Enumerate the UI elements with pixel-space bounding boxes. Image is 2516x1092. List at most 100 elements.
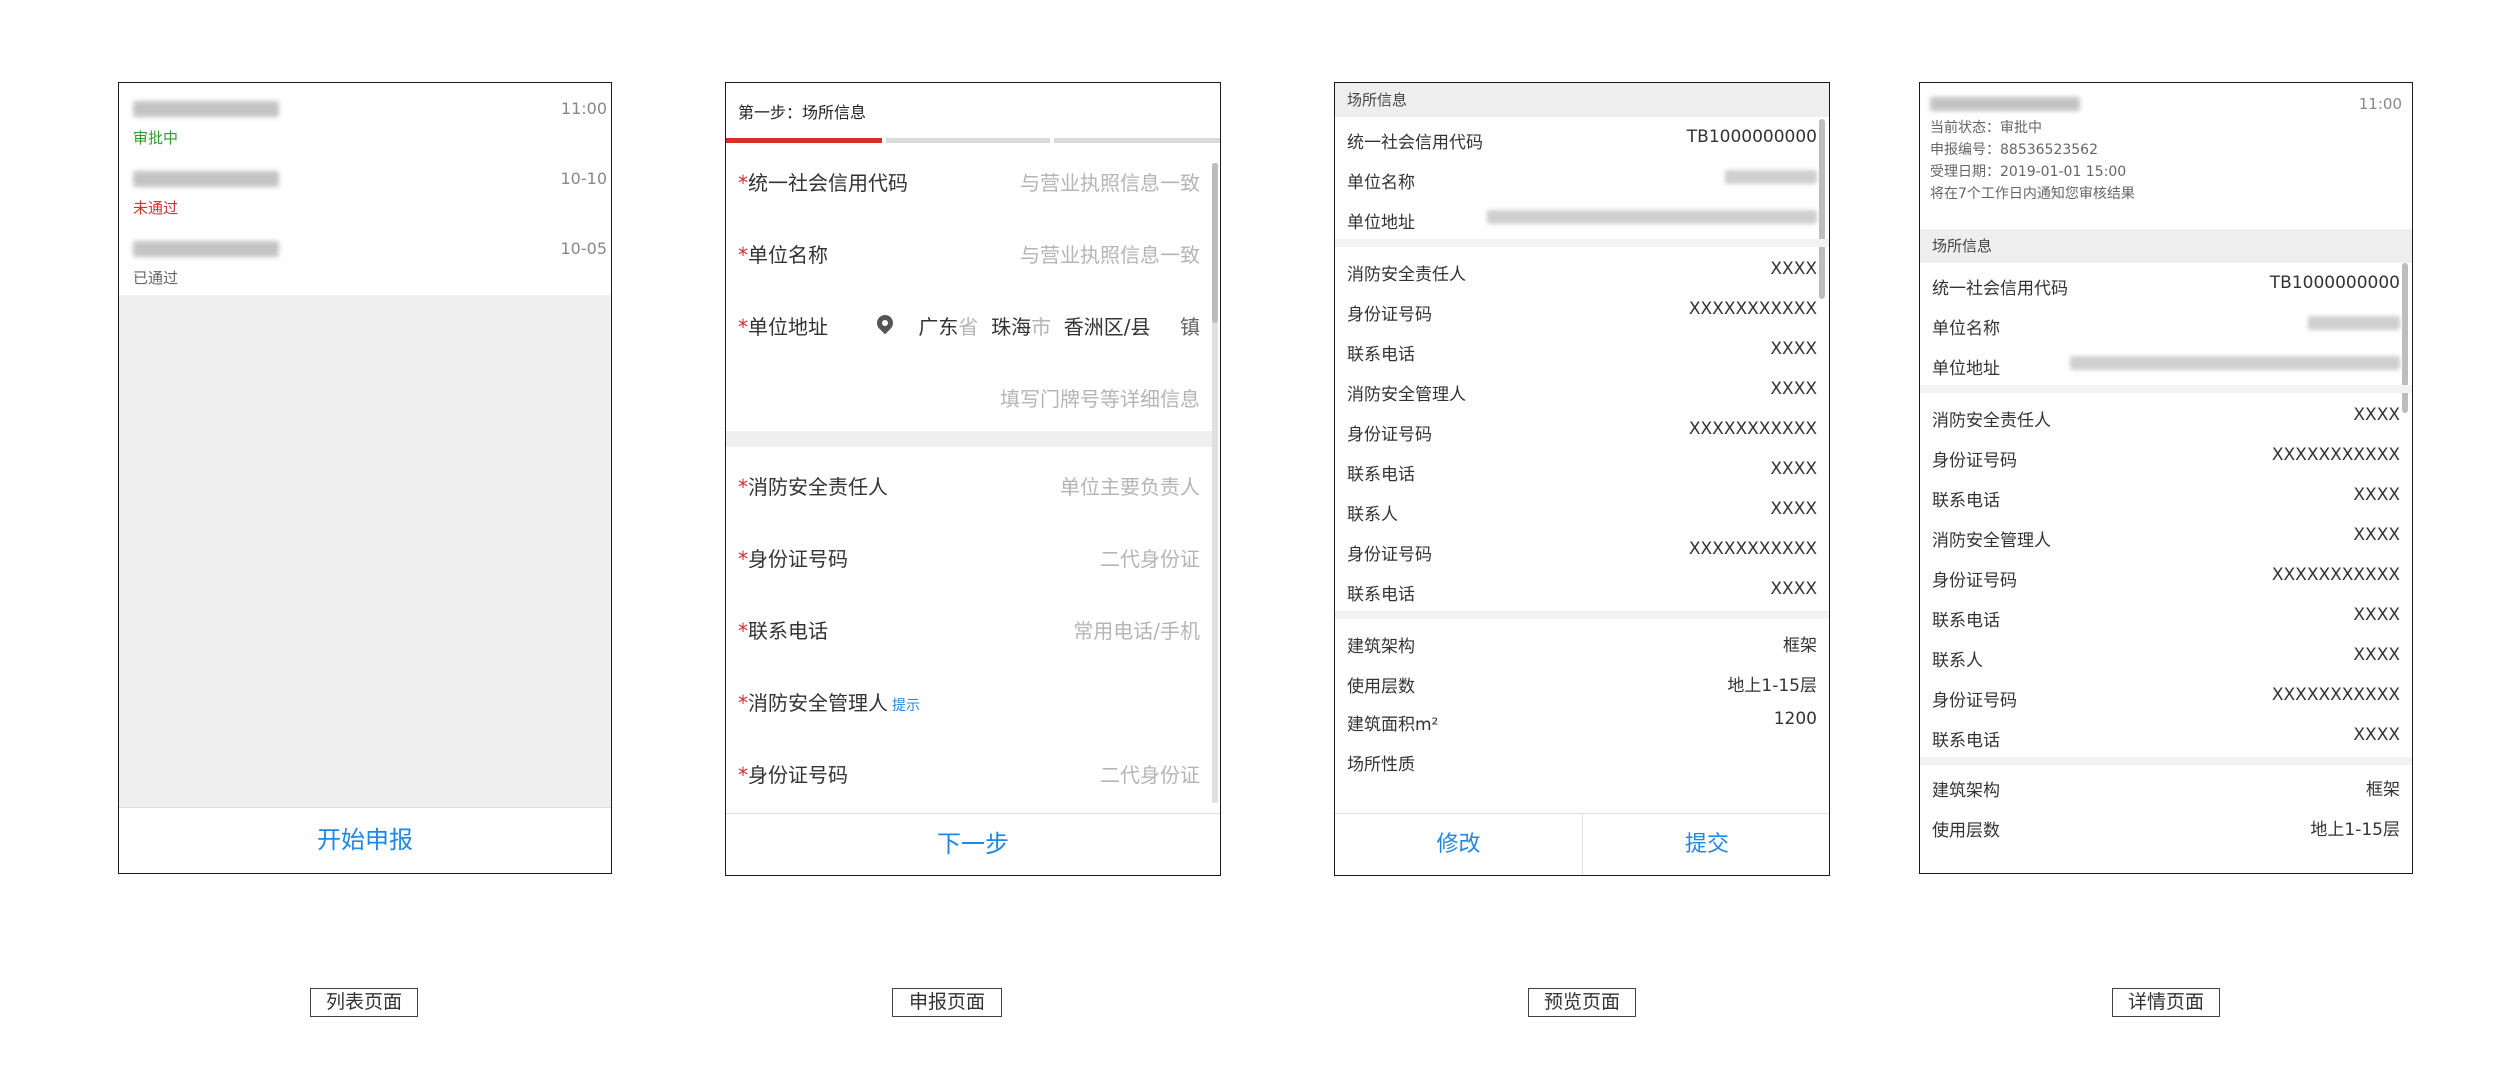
required-mark: * xyxy=(738,691,748,715)
row-divider xyxy=(1335,611,1829,619)
row-divider xyxy=(1920,385,2412,393)
step-title: 第一步：场所信息 xyxy=(738,103,867,122)
row-value: XXXX xyxy=(1770,259,1817,279)
row-label: 消防安全责任人 xyxy=(1932,411,2051,431)
row-label: 使用层数 xyxy=(1932,821,2000,841)
row-value: XXXX xyxy=(2353,485,2400,505)
row-label: 消防安全责任人 xyxy=(1347,265,1466,285)
row-label: 建筑面积m² xyxy=(1347,715,1439,735)
row-label: 身份证号码 xyxy=(1932,571,2017,591)
row-label: 消防安全管理人 xyxy=(1347,385,1466,405)
row-label: 身份证号码 xyxy=(1347,305,1432,325)
province-select[interactable]: 广东 xyxy=(918,315,958,339)
row-label: 场所性质 xyxy=(1347,755,1415,775)
item-time: 10-05 xyxy=(560,239,608,258)
row-value: XXXX xyxy=(1770,579,1817,599)
detail-page-frame: 11:00 当前状态：审批中 申报编号：88536523562 受理日期：201… xyxy=(1919,82,2413,874)
scrollbar-thumb[interactable] xyxy=(1212,163,1218,323)
fire-safety-responsible-field[interactable]: *消防安全责任人 单位主要负责人 xyxy=(726,447,1212,519)
row-value: XXXX xyxy=(1770,499,1817,519)
field-label: 联系电话 xyxy=(748,619,828,643)
info-row: 单位地址 xyxy=(1920,345,2412,383)
caption-form-page: 申报页面 xyxy=(892,988,1002,1017)
list-item[interactable]: 未通过 10-10 xyxy=(119,153,611,225)
row-label: 联系电话 xyxy=(1932,731,2000,751)
info-row: 单位地址 xyxy=(1335,199,1829,237)
row-label: 建筑架构 xyxy=(1932,781,2000,801)
info-row: 场所性质 xyxy=(1335,741,1829,779)
manager-id-number-field[interactable]: *身份证号码 二代身份证 xyxy=(726,735,1212,807)
row-value: TB1000000000 xyxy=(1686,127,1817,147)
info-row: 联系电话 XXXX xyxy=(1335,331,1829,369)
item-time: 10-10 xyxy=(560,169,608,188)
row-label: 建筑架构 xyxy=(1347,637,1415,657)
info-row: 消防安全责任人 XXXX xyxy=(1920,397,2412,435)
field-placeholder: 单位主要负责人 xyxy=(1060,475,1200,499)
field-label: 统一社会信用代码 xyxy=(748,171,908,195)
hint-link[interactable]: 提示 xyxy=(892,698,920,714)
preview-page-frame: 场所信息 统一社会信用代码 TB1000000000 单位名称 单位地址 消防安… xyxy=(1334,82,1830,876)
row-label: 单位地址 xyxy=(1347,213,1415,233)
row-value: XXXXXXXXXXX xyxy=(1688,539,1817,559)
address-detail-field[interactable]: 填写门牌号等详细信息 xyxy=(726,359,1212,431)
city-unit: 市 xyxy=(1031,315,1052,339)
item-time: 11:00 xyxy=(560,99,607,118)
unit-address-blurred xyxy=(2070,353,2400,373)
required-mark: * xyxy=(738,475,748,499)
row-value: 地上1-15层 xyxy=(2310,820,2400,840)
id-number-field[interactable]: *身份证号码 二代身份证 xyxy=(726,519,1212,591)
field-placeholder: 常用电话/手机 xyxy=(1073,619,1200,643)
row-value: 地上1-15层 xyxy=(1727,676,1817,696)
row-value: XXXX xyxy=(1770,459,1817,479)
required-mark: * xyxy=(738,315,748,339)
caption-list-page: 列表页面 xyxy=(310,988,418,1017)
start-report-button[interactable]: 开始申报 xyxy=(119,807,611,873)
field-placeholder: 二代身份证 xyxy=(1100,547,1200,571)
info-row: 统一社会信用代码 TB1000000000 xyxy=(1335,119,1829,157)
unit-address-field[interactable]: *单位地址 广东省 珠海市 香洲区/县 镇 xyxy=(726,287,1212,359)
row-label: 身份证号码 xyxy=(1347,425,1432,445)
row-value: XXXX xyxy=(2353,405,2400,425)
district-select[interactable]: 香洲区/县 xyxy=(1064,315,1151,339)
unit-name-field[interactable]: *单位名称 与营业执照信息一致 xyxy=(726,215,1212,287)
info-row: 联系电话 XXXX xyxy=(1920,477,2412,515)
phone-field[interactable]: *联系电话 常用电话/手机 xyxy=(726,591,1212,663)
info-row: 身份证号码 XXXXXXXXXXX xyxy=(1335,291,1829,329)
form-page-frame: 第一步：场所信息 *统一社会信用代码 与营业执照信息一致 *单位名称 与营业执照… xyxy=(725,82,1221,876)
credit-code-field[interactable]: *统一社会信用代码 与营业执照信息一致 xyxy=(726,143,1212,215)
info-row: 消防安全管理人 XXXX xyxy=(1335,371,1829,409)
section-header: 场所信息 xyxy=(1920,229,2412,263)
status-label: 未通过 xyxy=(133,199,179,217)
required-mark: * xyxy=(738,763,748,787)
edit-button[interactable]: 修改 xyxy=(1335,813,1583,875)
row-value: 框架 xyxy=(2366,780,2400,800)
status-label: 审批中 xyxy=(133,129,179,147)
row-value: XXXX xyxy=(2353,525,2400,545)
info-row: 联系电话 XXXX xyxy=(1335,451,1829,489)
accept-date: 受理日期：2019-01-01 15:00 xyxy=(1930,164,2127,180)
section-divider xyxy=(726,431,1212,447)
fire-safety-manager-field[interactable]: *消防安全管理人 提示 xyxy=(726,663,1212,735)
row-value: XXXX xyxy=(2353,725,2400,745)
list-item[interactable]: 审批中 11:00 xyxy=(119,83,611,155)
info-row: 单位名称 xyxy=(1920,305,2412,343)
row-label: 统一社会信用代码 xyxy=(1347,133,1483,153)
info-row: 联系电话 XXXX xyxy=(1920,597,2412,635)
address-selector[interactable]: 广东省 珠海市 香洲区/县 xyxy=(876,311,1151,340)
list-item[interactable]: 已通过 10-05 xyxy=(119,223,611,295)
submit-button[interactable]: 提交 xyxy=(1583,813,1829,875)
field-placeholder: 填写门牌号等详细信息 xyxy=(1000,387,1200,411)
row-divider xyxy=(1920,757,2412,765)
info-row: 联系人 XXXX xyxy=(1335,491,1829,529)
next-step-button[interactable]: 下一步 xyxy=(726,813,1220,875)
required-mark: * xyxy=(738,243,748,267)
row-label: 联系人 xyxy=(1347,505,1398,525)
current-status: 当前状态：审批中 xyxy=(1930,120,2042,136)
info-row: 使用层数 地上1-15层 xyxy=(1920,807,2412,845)
field-placeholder: 与营业执照信息一致 xyxy=(1020,171,1200,195)
town-select[interactable]: 镇 xyxy=(1180,311,1200,340)
info-row: 身份证号码 XXXXXXXXXXX xyxy=(1335,411,1829,449)
required-mark: * xyxy=(738,547,748,571)
row-label: 联系电话 xyxy=(1347,345,1415,365)
city-select[interactable]: 珠海 xyxy=(991,315,1031,339)
